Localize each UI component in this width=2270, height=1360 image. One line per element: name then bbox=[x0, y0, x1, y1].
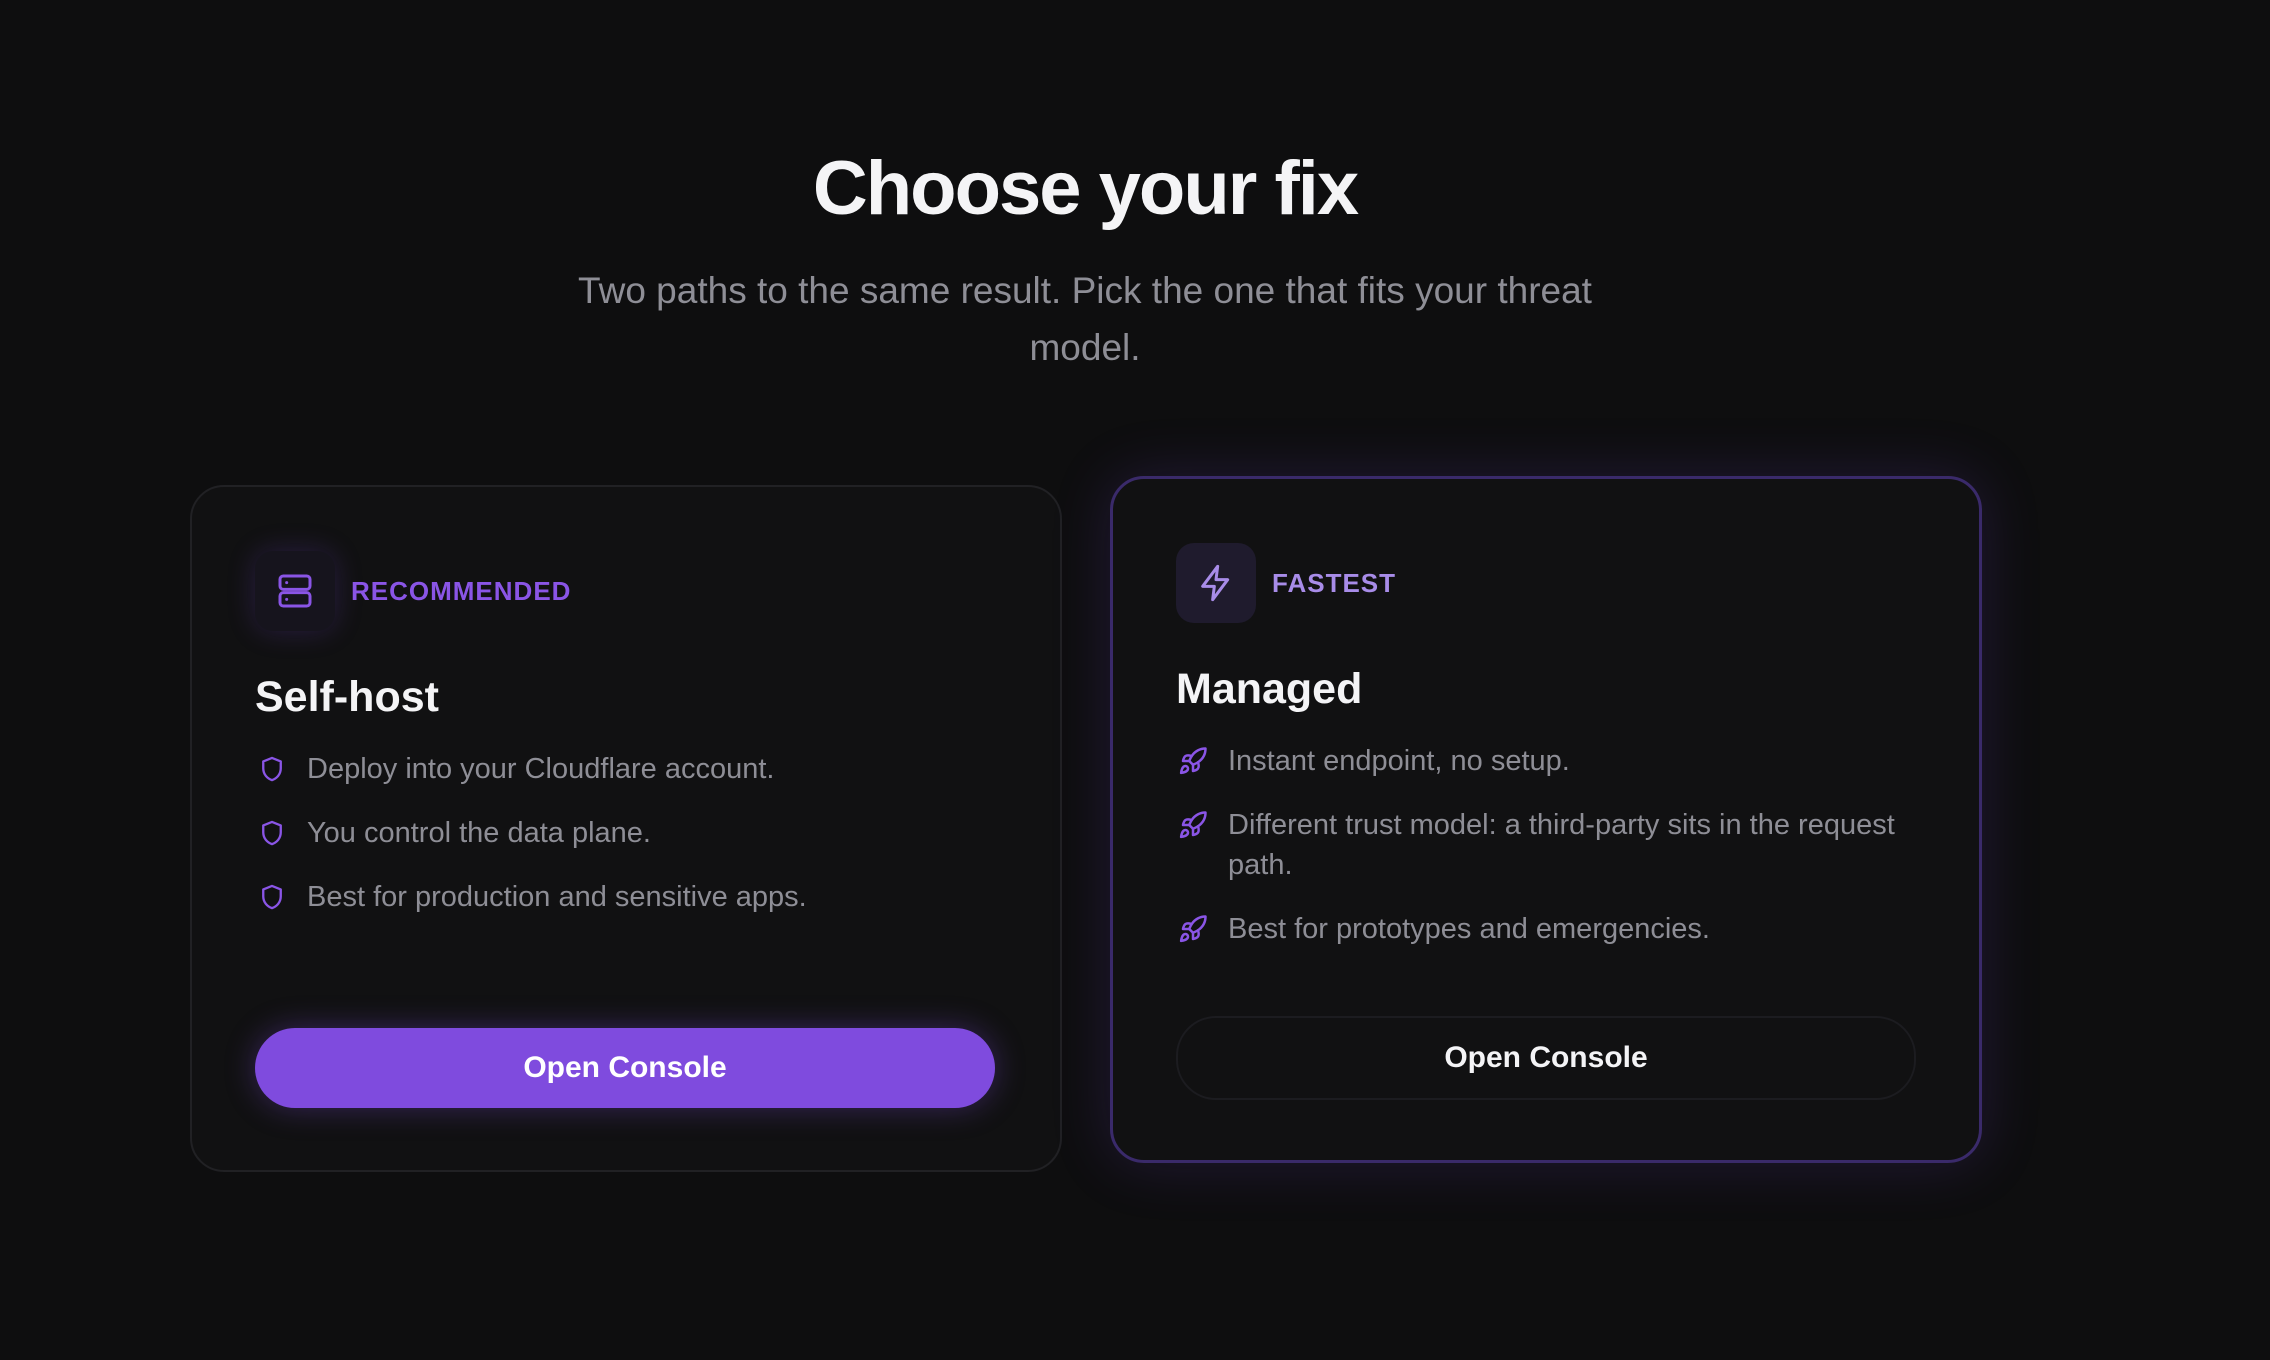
page-subtitle: Two paths to the same result. Pick the o… bbox=[578, 270, 1592, 368]
list-item: Instant endpoint, no setup. bbox=[1176, 741, 1896, 781]
shield-icon bbox=[255, 877, 289, 917]
rocket-icon bbox=[1176, 805, 1210, 845]
feature-text: Best for prototypes and emergencies. bbox=[1228, 913, 1710, 945]
badge-fastest: FASTEST bbox=[1272, 567, 1397, 598]
list-item: Best for production and sensitive apps. bbox=[255, 877, 975, 917]
feature-text: Different trust model: a third-party sit… bbox=[1228, 809, 1895, 881]
list-item: Deploy into your Cloudflare account. bbox=[255, 749, 975, 789]
card-title: Managed bbox=[1176, 665, 1363, 713]
feature-list: Instant endpoint, no setup. Different tr… bbox=[1176, 741, 1896, 973]
open-console-button[interactable]: Open Console bbox=[255, 1028, 995, 1108]
card-managed: FASTEST Managed Instant endpoint, no set… bbox=[1110, 476, 1982, 1163]
list-item: Different trust model: a third-party sit… bbox=[1176, 805, 1896, 885]
feature-list: Deploy into your Cloudflare account. You… bbox=[255, 749, 975, 941]
rocket-icon bbox=[1176, 909, 1210, 949]
list-item: Best for prototypes and emergencies. bbox=[1176, 909, 1896, 949]
feature-text: Deploy into your Cloudflare account. bbox=[307, 753, 775, 785]
feature-text: Best for production and sensitive apps. bbox=[307, 881, 807, 913]
card-title: Self-host bbox=[255, 673, 439, 721]
lightning-icon bbox=[1176, 543, 1256, 623]
list-item: You control the data plane. bbox=[255, 813, 975, 853]
shield-icon bbox=[255, 813, 289, 853]
rocket-icon bbox=[1176, 741, 1210, 781]
badge-recommended: RECOMMENDED bbox=[351, 575, 572, 606]
feature-text: You control the data plane. bbox=[307, 817, 651, 849]
shield-icon bbox=[255, 749, 289, 789]
card-self-host: RECOMMENDED Self-host Deploy into your C… bbox=[190, 485, 1062, 1172]
server-icon bbox=[255, 551, 335, 631]
page-title: Choose your fix bbox=[812, 146, 1359, 231]
badge-row: RECOMMENDED bbox=[255, 551, 571, 631]
page: Choose your fix Two paths to the same re… bbox=[0, 0, 2270, 1360]
badge-row: FASTEST bbox=[1176, 543, 1396, 623]
feature-text: Instant endpoint, no setup. bbox=[1228, 745, 1570, 777]
open-console-button[interactable]: Open Console bbox=[1176, 1016, 1916, 1100]
